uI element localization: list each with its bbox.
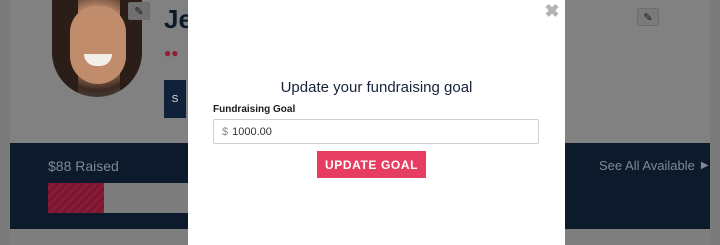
progress-fill: [48, 183, 104, 213]
pencil-icon: ✎: [134, 5, 144, 18]
fundraising-goal-field[interactable]: $: [213, 119, 539, 144]
goal-amount-input[interactable]: [232, 125, 513, 138]
users-icon: ●●: [164, 46, 179, 60]
fundraising-goal-label: Fundraising Goal: [213, 104, 296, 115]
see-all-label: See All Available: [599, 158, 695, 173]
update-goal-button[interactable]: UPDATE GOAL: [317, 151, 426, 178]
currency-symbol: $: [222, 125, 229, 138]
modal-title: Update your fundraising goal: [280, 79, 473, 96]
edit-profile-button[interactable]: ✎: [637, 8, 659, 26]
caret-right-icon: ▶: [700, 160, 709, 171]
edit-avatar-button[interactable]: ✎: [128, 2, 150, 20]
profile-action-button[interactable]: S: [164, 80, 186, 118]
page-edge-left: [0, 0, 10, 245]
page-edge-right: [710, 0, 720, 245]
raised-amount: $88 Raised: [48, 158, 119, 174]
close-icon[interactable]: ✖: [544, 2, 560, 20]
pencil-icon: ✎: [643, 11, 653, 24]
see-all-link[interactable]: See All Available ▶: [599, 158, 709, 173]
progress-bar: [48, 183, 188, 213]
